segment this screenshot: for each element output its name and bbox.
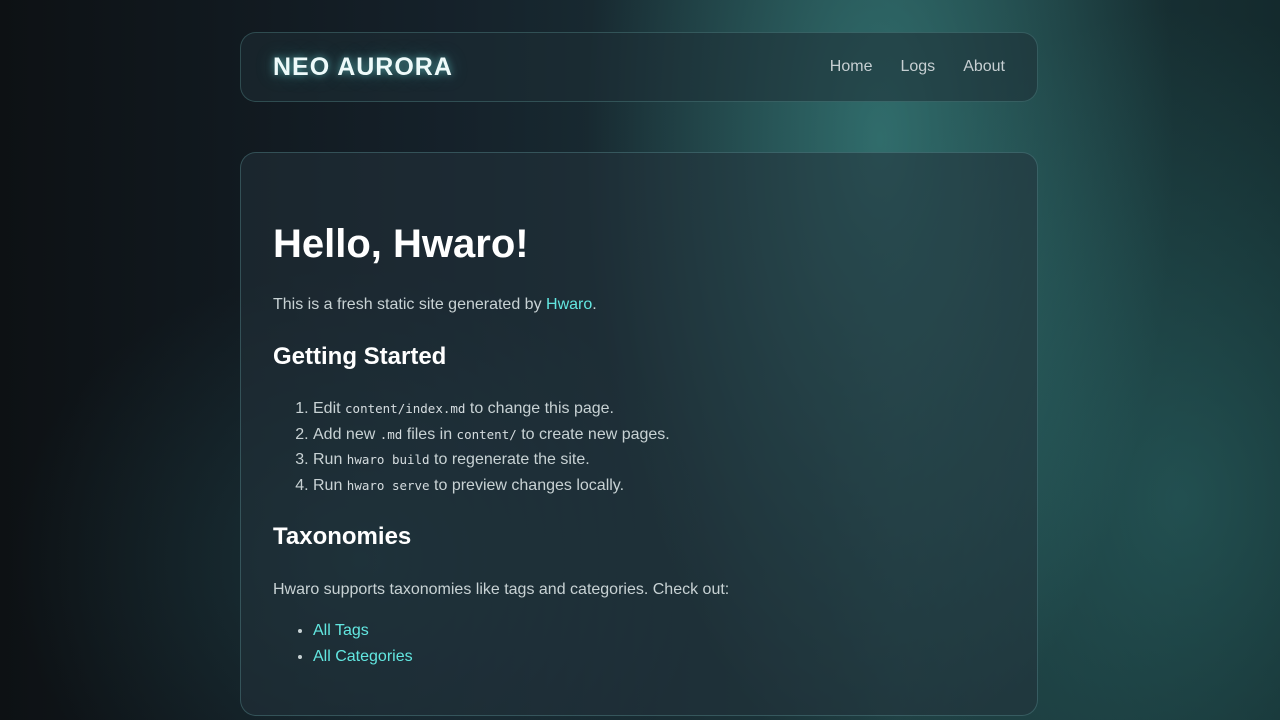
taxonomies-text: Hwaro supports taxonomies like tags and … — [273, 581, 730, 598]
site-brand[interactable]: NEO AURORA — [273, 53, 453, 82]
taxonomies-list: All Tags All Categories — [273, 618, 413, 669]
all-tags-link[interactable]: All Tags — [313, 622, 369, 639]
list-item: Add new .md files in content/ to create … — [313, 422, 670, 448]
inline-code: content/index.md — [345, 401, 466, 416]
getting-started-heading: Getting Started — [273, 343, 447, 370]
taxonomies-heading: Taxonomies — [273, 523, 412, 550]
list-item: Run hwaro build to regenerate the site. — [313, 447, 670, 473]
inline-code: hwaro serve — [346, 478, 430, 494]
main-nav: Home Logs About — [830, 58, 1005, 76]
inline-code: content/ — [456, 426, 517, 442]
getting-started-list: Edit content/index.md to change this pag… — [273, 396, 670, 499]
inline-code: hwaro build — [346, 452, 430, 468]
content-card: Hello, Hwaro! This is a fresh static sit… — [240, 152, 1038, 716]
list-item: Run hwaro serve to preview changes local… — [313, 473, 670, 499]
nav-logs-link[interactable]: Logs — [900, 58, 935, 76]
nav-about-link[interactable]: About — [963, 58, 1005, 76]
intro-text: This is a fresh static site generated by — [273, 296, 547, 313]
hwaro-link[interactable]: Hwaro — [546, 296, 592, 313]
nav-home-link[interactable]: Home — [830, 58, 873, 76]
all-categories-link[interactable]: All Categories — [313, 648, 413, 665]
list-item: All Tags — [313, 618, 413, 644]
inline-code: .md — [379, 426, 403, 442]
list-item: All Categories — [313, 644, 413, 670]
intro-paragraph: This is a fresh static site generated by… — [273, 296, 597, 314]
intro-period: . — [592, 296, 597, 313]
page-title: Hello, Hwaro! — [273, 222, 529, 266]
list-item: Edit content/index.md to change this pag… — [313, 396, 670, 422]
site-header: NEO AURORA Home Logs About — [240, 32, 1038, 102]
